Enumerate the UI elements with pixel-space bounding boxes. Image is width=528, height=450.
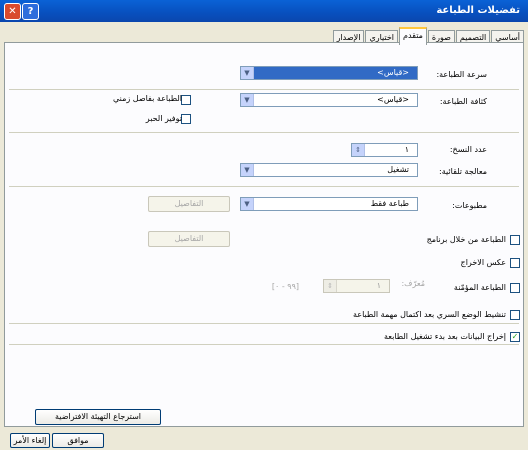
speed-value: <قياس> bbox=[377, 68, 409, 77]
secret-mode-label: تنشيط الوضع السري بعد اكتمال مهمة الطباع… bbox=[353, 310, 506, 319]
output-data-label: إخراج البيانات بعد بدء تشغيل الطابعة bbox=[383, 332, 506, 341]
reverse-output-label: عكس الاخراج bbox=[460, 258, 506, 267]
collate-value: تشغيل bbox=[387, 165, 409, 174]
spinner-arrows-icon[interactable]: ⇕ bbox=[352, 144, 365, 156]
chevron-down-icon: ▼ bbox=[241, 198, 254, 210]
chevron-down-icon: ▼ bbox=[241, 164, 254, 176]
prints-select[interactable]: طباعة فقط ▼ bbox=[240, 197, 418, 211]
chevron-down-icon: ▼ bbox=[241, 94, 254, 106]
ok-button[interactable]: موافق bbox=[52, 433, 104, 448]
speed-label: سرعة الطباعة: bbox=[436, 70, 487, 79]
timed-print-label: الطباعة بفاصل زمني bbox=[112, 94, 182, 103]
print-preferences-window: تفضيلات الطباعة ? ✕ أساسي التصميم صورة م… bbox=[0, 0, 528, 450]
prints-label: مطبوعات: bbox=[452, 201, 487, 210]
timed-print-checkbox[interactable] bbox=[181, 95, 191, 105]
density-label: كثافة الطباعة: bbox=[439, 97, 487, 106]
chevron-down-icon: ▼ bbox=[241, 67, 254, 79]
print-via-program-label: الطباعة من خلال برنامج bbox=[426, 235, 506, 244]
ink-save-checkbox[interactable] bbox=[181, 114, 191, 124]
stored-print-label: الطباعة المؤمّنة bbox=[453, 283, 506, 292]
collate-select[interactable]: تشغيل ▼ bbox=[240, 163, 418, 177]
stored-print-id-label: مُعرّف: bbox=[401, 279, 425, 288]
window-title: تفضيلات الطباعة bbox=[436, 5, 520, 16]
restore-defaults-button[interactable]: استرجاع التهيئة الافتراضية bbox=[35, 409, 161, 425]
copies-spinner[interactable]: ١ ⇕ bbox=[351, 143, 418, 157]
separator bbox=[9, 186, 519, 187]
print-via-program-checkbox[interactable] bbox=[510, 235, 520, 245]
advanced-panel: سرعة الطباعة: <قياس> ▼ كثافة الطباعة: <ق… bbox=[4, 42, 524, 427]
cancel-button[interactable]: إلغاء الأمر bbox=[10, 433, 50, 448]
spinner-arrows-icon: ⇕ bbox=[324, 280, 337, 292]
program-details-button[interactable]: التفاصيل bbox=[148, 231, 230, 247]
reverse-output-checkbox[interactable] bbox=[510, 258, 520, 268]
copies-value: ١ bbox=[404, 145, 409, 154]
prints-details-button[interactable]: التفاصيل bbox=[148, 196, 230, 212]
speed-select[interactable]: <قياس> ▼ bbox=[240, 66, 418, 80]
stored-print-id-value: ١ bbox=[376, 281, 381, 290]
tab-advanced[interactable]: متقدم bbox=[399, 27, 427, 45]
stored-print-id-spinner[interactable]: ١ ⇕ bbox=[323, 279, 390, 293]
separator bbox=[9, 344, 519, 345]
stored-print-checkbox[interactable] bbox=[510, 283, 520, 293]
secret-mode-checkbox[interactable] bbox=[510, 310, 520, 320]
help-button[interactable]: ? bbox=[22, 3, 39, 20]
title-bar: تفضيلات الطباعة ? ✕ bbox=[0, 0, 528, 22]
collate-label: معالجة تلقائية: bbox=[439, 167, 487, 176]
copies-label: عدد النسخ: bbox=[449, 145, 487, 154]
density-select[interactable]: <قياس> ▼ bbox=[240, 93, 418, 107]
output-data-checkbox[interactable]: ✓ bbox=[510, 332, 520, 342]
tab-strip: أساسي التصميم صورة متقدم اختياري الإصدار bbox=[332, 27, 524, 45]
separator bbox=[9, 323, 519, 324]
ink-save-label: توفير الحبر bbox=[145, 114, 182, 123]
close-button[interactable]: ✕ bbox=[4, 3, 21, 20]
prints-value: طباعة فقط bbox=[370, 199, 409, 208]
separator bbox=[9, 89, 519, 90]
stored-print-range: [٩٩ - ٠] bbox=[271, 282, 299, 291]
density-value: <قياس> bbox=[377, 95, 409, 104]
separator bbox=[9, 132, 519, 133]
